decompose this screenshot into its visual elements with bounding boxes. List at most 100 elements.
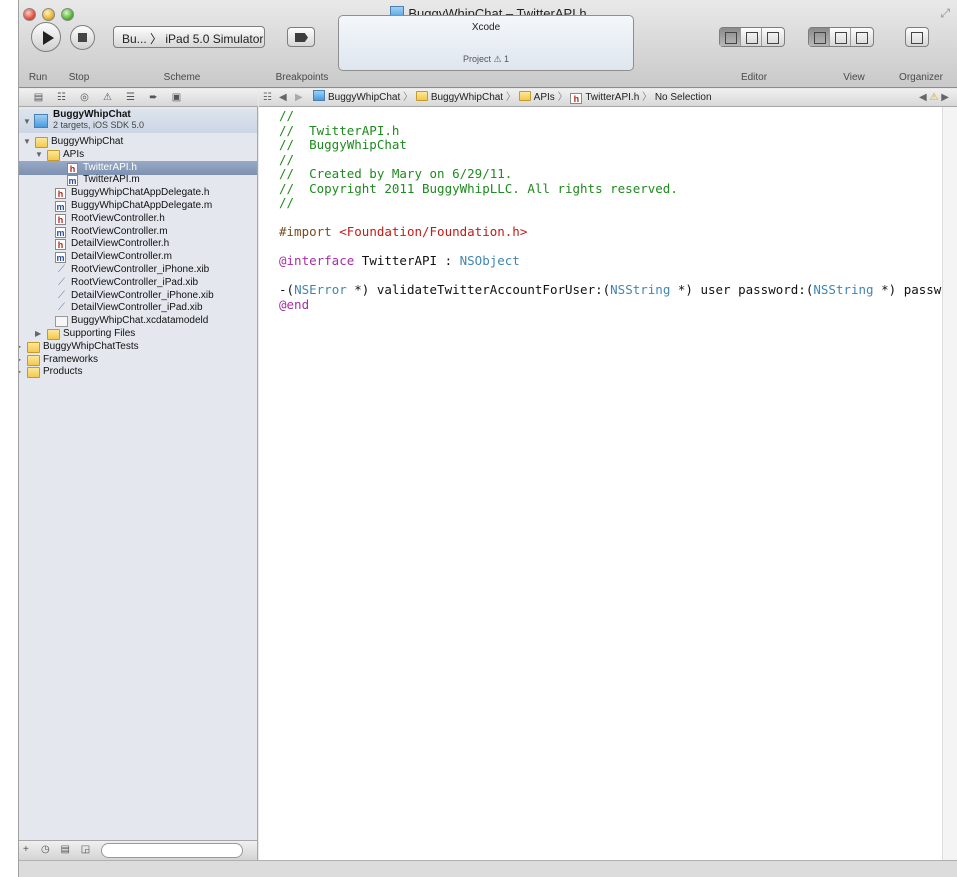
- code-line: //: [279, 151, 942, 168]
- code-token: //: [279, 195, 295, 210]
- standard-editor-icon[interactable]: [720, 28, 741, 46]
- code-token: <Foundation/Foundation.h>: [339, 224, 528, 239]
- organizer-icon: [906, 28, 927, 46]
- breadcrumb-project[interactable]: BuggyWhipChat: [328, 92, 400, 103]
- activity-viewer: Xcode Project ⚠ 1: [338, 15, 634, 71]
- issue-navigation-icon[interactable]: ◀ ⚠ ▶: [919, 89, 949, 107]
- code-token: // TwitterAPI.h: [279, 122, 400, 138]
- xib-file-icon: ⟋: [58, 264, 65, 275]
- activity-status[interactable]: Project ⚠ 1: [339, 54, 633, 65]
- back-arrow-icon[interactable]: ◀: [279, 89, 287, 107]
- breadcrumb-apis[interactable]: APIs: [534, 92, 555, 103]
- folder-icon: [47, 149, 60, 161]
- folder-icon: [518, 91, 531, 101]
- forward-arrow-icon[interactable]: ▶: [295, 89, 303, 107]
- breadcrumb-group[interactable]: BuggyWhipChat: [431, 92, 503, 103]
- fullscreen-icon[interactable]: ⤢: [940, 6, 950, 21]
- disclosure-closed-icon[interactable]: ▶: [19, 365, 21, 379]
- navigator-toggle-icon[interactable]: [809, 28, 830, 46]
- organizer-button[interactable]: [905, 27, 929, 47]
- log-navigator-icon[interactable]: ▣: [171, 92, 182, 103]
- recent-files-filter-icon[interactable]: ◷ ▤ ◲: [41, 844, 94, 855]
- code-line: // TwitterAPI.h: [279, 122, 942, 139]
- implementation-file-icon: m: [55, 201, 66, 212]
- breadcrumb-selection[interactable]: No Selection: [655, 92, 712, 103]
- view-segmented-control[interactable]: [808, 27, 874, 47]
- navigator-filter-input[interactable]: [101, 843, 243, 858]
- code-token: @end: [279, 296, 310, 312]
- navigator-selector-bar: ▤ ☷ ◎ ⚠ ☰ ➨ ▣: [19, 89, 258, 107]
- code-line: -(NSError *) validateTwitterAccountForUs…: [279, 282, 957, 298]
- breakpoint-navigator-icon[interactable]: ➨: [148, 92, 159, 103]
- implementation-file-icon: m: [67, 175, 78, 187]
- scheme-label: Scheme: [163, 72, 201, 83]
- stop-label: Stop: [68, 72, 90, 83]
- folder-icon: [27, 354, 40, 366]
- code-token: *) validateTwitterAccountForUser:(: [346, 282, 611, 297]
- version-editor-icon[interactable]: [762, 28, 783, 46]
- editor-mode-segmented-control[interactable]: [719, 27, 785, 47]
- project-navigator-icon[interactable]: ▤: [33, 92, 44, 103]
- folder-icon: [35, 137, 48, 148]
- folder-icon: [27, 367, 40, 379]
- project-navigator: ▼ BuggyWhipChat 2 targets, iOS SDK 5.0 ▼…: [19, 107, 258, 840]
- project-icon: [313, 90, 325, 101]
- stop-button[interactable]: [70, 25, 95, 50]
- symbol-navigator-icon[interactable]: ☷: [56, 92, 67, 103]
- implementation-file-icon: m: [55, 226, 66, 238]
- code-token: TwitterAPI :: [354, 253, 460, 268]
- code-line: //: [279, 195, 942, 211]
- header-file-icon: h: [570, 93, 583, 104]
- project-icon: [34, 114, 48, 128]
- activity-title: Xcode: [471, 22, 501, 33]
- debug-navigator-icon[interactable]: ☰: [125, 92, 136, 103]
- disclosure-open-icon[interactable]: ▼: [23, 115, 31, 129]
- search-navigator-icon[interactable]: ◎: [79, 92, 90, 103]
- datamodel-file-icon: [55, 316, 68, 328]
- breadcrumb: BuggyWhipChat 〉 BuggyWhipChat 〉 APIs 〉 h…: [313, 89, 712, 107]
- breadcrumb-file[interactable]: TwitterAPI.h: [585, 92, 639, 103]
- code-token: NSString: [813, 282, 874, 297]
- scheme-popup[interactable]: Bu... 〉 iPad 5.0 Simulator: [113, 26, 265, 48]
- window-bottom-bar: [19, 860, 957, 877]
- code-line: #import <Foundation/Foundation.h>: [279, 224, 942, 240]
- editor-label: Editor: [740, 72, 768, 83]
- code-line: @end: [279, 296, 942, 313]
- breakpoints-button[interactable]: [287, 27, 315, 47]
- assistant-editor-icon[interactable]: [741, 28, 762, 46]
- debug-area-toggle-icon[interactable]: [830, 28, 851, 46]
- code-line: @interface TwitterAPI : NSObject: [279, 253, 942, 269]
- add-file-button[interactable]: +: [23, 844, 29, 855]
- navigator-item[interactable]: ▶ Products: [19, 365, 257, 379]
- code-line: //: [279, 108, 942, 124]
- project-root-row[interactable]: ▼ BuggyWhipChat 2 targets, iOS SDK 5.0: [19, 109, 257, 133]
- organizer-label: Organizer: [899, 72, 943, 83]
- implementation-file-icon: m: [55, 252, 66, 264]
- navigator-filter-bar: + ◷ ▤ ◲: [19, 840, 258, 860]
- code-token: //: [279, 151, 295, 167]
- code-line: // Created by Mary on 6/29/11.: [279, 166, 942, 182]
- editor-scrollbar[interactable]: [942, 107, 957, 860]
- navigator-item-label: Products: [43, 366, 83, 378]
- code-token: // BuggyWhipChat: [279, 137, 407, 152]
- jump-bar: ☷ ◀ ▶ BuggyWhipChat 〉 BuggyWhipChat 〉 AP…: [259, 89, 957, 107]
- source-editor[interactable]: //// TwitterAPI.h// BuggyWhipChat//// Cr…: [259, 107, 957, 860]
- code-token: // Created by Mary on 6/29/11.: [279, 166, 513, 181]
- header-file-icon: h: [55, 239, 66, 251]
- header-file-icon: h: [55, 213, 66, 225]
- toolbar: BuggyWhipChat – TwitterAPI.h ⤢ Run Stop …: [19, 0, 957, 88]
- utilities-toggle-icon[interactable]: [851, 28, 872, 46]
- code-line: // Copyright 2011 BuggyWhipLLC. All righ…: [279, 180, 942, 197]
- code-token: @interface: [279, 253, 355, 268]
- related-files-icon[interactable]: ☷: [263, 89, 272, 107]
- run-button[interactable]: [31, 22, 61, 52]
- scheme-value: Bu... 〉 iPad 5.0 Simulator: [122, 32, 264, 46]
- code-token: // Copyright 2011 BuggyWhipLLC. All righ…: [279, 180, 678, 196]
- issue-navigator-icon[interactable]: ⚠: [102, 92, 113, 103]
- code-token: -(: [279, 282, 295, 297]
- xcode-window: BuggyWhipChat – TwitterAPI.h ⤢ Run Stop …: [18, 0, 957, 877]
- code-token: NSObject: [459, 253, 520, 268]
- run-label: Run: [28, 72, 48, 83]
